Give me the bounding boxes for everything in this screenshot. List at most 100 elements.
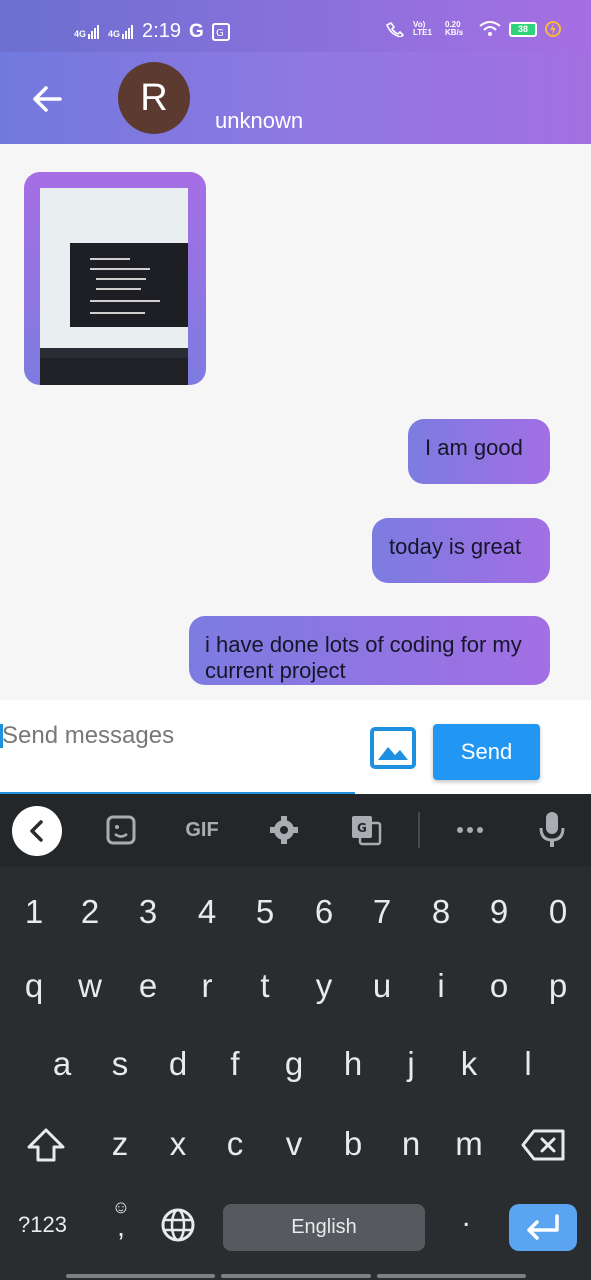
google-g-icon: G xyxy=(188,20,204,42)
key-h[interactable]: h xyxy=(333,1034,373,1094)
key-c[interactable]: c xyxy=(215,1114,255,1174)
globe-icon[interactable] xyxy=(160,1207,196,1243)
key-u[interactable]: u xyxy=(362,956,402,1016)
sent-message[interactable]: I am good xyxy=(408,419,550,484)
symbols-key[interactable]: ?123 xyxy=(18,1212,67,1238)
key-o[interactable]: o xyxy=(479,956,519,1016)
key-p[interactable]: p xyxy=(538,956,578,1016)
key-1[interactable]: 1 xyxy=(14,882,54,942)
key-e[interactable]: e xyxy=(128,956,168,1016)
chevron-left-icon xyxy=(30,820,43,842)
nav-segment xyxy=(66,1274,216,1278)
enter-key[interactable] xyxy=(509,1204,577,1251)
key-6[interactable]: 6 xyxy=(304,882,344,942)
signal-icon xyxy=(122,24,134,39)
key-5[interactable]: 5 xyxy=(245,882,285,942)
sent-message[interactable]: i have done lots of coding for my curren… xyxy=(189,616,550,685)
gesture-bar xyxy=(66,1274,526,1278)
top-letter-row: q w e r t y u i o p xyxy=(0,956,591,1016)
key-l[interactable]: l xyxy=(508,1034,548,1094)
clock: 2:19 xyxy=(142,20,181,42)
photo-detail xyxy=(90,300,160,302)
key-y[interactable]: y xyxy=(304,956,344,1016)
more-options-icon[interactable] xyxy=(455,814,485,846)
emoji-comma-key[interactable]: ☺ , xyxy=(106,1198,136,1248)
nav-segment xyxy=(376,1274,526,1278)
key-g[interactable]: g xyxy=(274,1034,314,1094)
shift-icon[interactable] xyxy=(26,1127,66,1163)
keyboard: GIF G 1 2 3 4 5 6 7 8 9 0 q w e r t y u … xyxy=(0,794,591,1280)
sent-message[interactable]: today is great xyxy=(372,518,550,583)
send-button[interactable]: Send xyxy=(433,724,540,780)
comma-label: , xyxy=(117,1211,125,1242)
message-list[interactable]: I am good today is great i have done lot… xyxy=(0,144,591,700)
toolbar-divider xyxy=(418,812,420,848)
key-0[interactable]: 0 xyxy=(538,882,578,942)
message-input[interactable]: Send messages xyxy=(0,700,355,794)
key-m[interactable]: m xyxy=(449,1114,489,1174)
collapse-toolbar-button[interactable] xyxy=(12,806,62,856)
key-2[interactable]: 2 xyxy=(70,882,110,942)
key-a[interactable]: a xyxy=(42,1034,82,1094)
image-picker-icon[interactable] xyxy=(370,727,416,769)
input-placeholder: Send messages xyxy=(2,722,175,749)
wifi-icon xyxy=(479,21,501,36)
key-i[interactable]: i xyxy=(421,956,461,1016)
key-z[interactable]: z xyxy=(100,1114,140,1174)
space-bar[interactable]: English xyxy=(223,1204,425,1251)
message-photo[interactable] xyxy=(40,188,188,385)
signal-icon xyxy=(88,24,100,39)
status-bar: 4G 4G 2:19 G G Vo) LTE1 0.20 KB/s 38 xyxy=(0,0,591,52)
key-4[interactable]: 4 xyxy=(187,882,227,942)
charging-icon xyxy=(545,21,561,37)
key-t[interactable]: t xyxy=(245,956,285,1016)
chat-header: R unknown xyxy=(0,52,591,144)
translate-icon[interactable]: G xyxy=(350,814,382,846)
key-v[interactable]: v xyxy=(274,1114,314,1174)
key-9[interactable]: 9 xyxy=(479,882,519,942)
key-x[interactable]: x xyxy=(158,1114,198,1174)
image-message[interactable] xyxy=(24,172,206,385)
translate-icon: G xyxy=(211,22,230,41)
sticker-icon[interactable] xyxy=(105,814,137,846)
enter-icon xyxy=(527,1214,559,1240)
photo-detail xyxy=(90,268,150,270)
bottom-letter-row: z x c v b n m xyxy=(0,1114,591,1174)
keyboard-toolbar: GIF G xyxy=(0,794,591,866)
key-j[interactable]: j xyxy=(391,1034,431,1094)
photo-detail xyxy=(90,312,145,314)
gear-icon[interactable] xyxy=(268,814,300,846)
photo-detail xyxy=(96,288,141,290)
number-row: 1 2 3 4 5 6 7 8 9 0 xyxy=(0,882,591,942)
contact-name: unknown xyxy=(215,108,304,133)
key-q[interactable]: q xyxy=(14,956,54,1016)
microphone-icon[interactable] xyxy=(538,810,566,848)
key-3[interactable]: 3 xyxy=(128,882,168,942)
key-n[interactable]: n xyxy=(391,1114,431,1174)
key-b[interactable]: b xyxy=(333,1114,373,1174)
wifi-calling-icon xyxy=(385,21,405,37)
period-key[interactable]: . xyxy=(462,1200,470,1234)
volte-indicator: Vo) LTE1 xyxy=(413,20,432,37)
svg-text:G: G xyxy=(357,821,367,835)
network-indicator: 4G xyxy=(74,24,100,39)
key-f[interactable]: f xyxy=(215,1034,255,1094)
key-8[interactable]: 8 xyxy=(421,882,461,942)
message-composer: Send messages Send xyxy=(0,700,591,794)
photo-detail xyxy=(96,278,146,280)
key-s[interactable]: s xyxy=(100,1034,140,1094)
key-d[interactable]: d xyxy=(158,1034,198,1094)
gif-button[interactable]: GIF xyxy=(182,814,222,846)
photo-taskbar xyxy=(40,348,188,358)
key-k[interactable]: k xyxy=(449,1034,489,1094)
key-w[interactable]: w xyxy=(70,956,110,1016)
key-7[interactable]: 7 xyxy=(362,882,402,942)
avatar[interactable]: R xyxy=(118,62,190,134)
network-indicator-2: 4G xyxy=(108,24,134,39)
photo-code-window xyxy=(70,243,188,327)
backspace-icon[interactable] xyxy=(520,1128,566,1162)
key-r[interactable]: r xyxy=(187,956,227,1016)
photo-detail xyxy=(90,258,130,260)
svg-text:G: G xyxy=(216,28,224,39)
back-arrow-icon[interactable] xyxy=(30,82,64,116)
